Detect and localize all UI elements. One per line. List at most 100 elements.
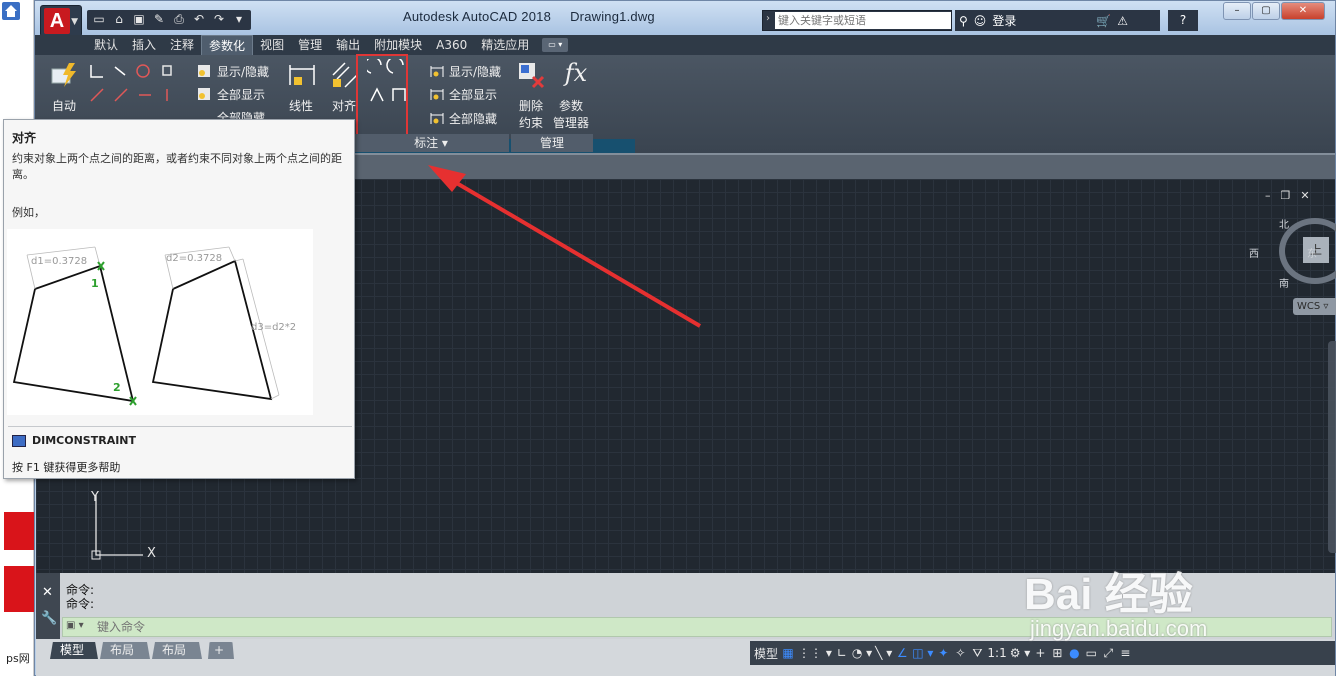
- save-as-icon[interactable]: ✎: [151, 11, 167, 27]
- maximize-button[interactable]: ▢: [1252, 2, 1280, 20]
- figure-point-1: 1: [91, 277, 99, 290]
- chevron-right-icon[interactable]: ›: [766, 13, 770, 24]
- dim-show-hide-button[interactable]: 显示/隐藏: [449, 63, 501, 80]
- minimize-viewport-icon[interactable]: –: [1265, 189, 1271, 202]
- print-icon[interactable]: ⎙: [171, 11, 187, 27]
- scale-dropdown[interactable]: 1:1: [987, 646, 1006, 660]
- ucs-icon: Y X: [90, 490, 156, 561]
- tab-annotate[interactable]: 注释: [163, 35, 201, 55]
- watermark-url: jingyan.baidu.com: [1030, 616, 1208, 641]
- watermark-brand: Bai 经验: [1024, 570, 1193, 619]
- new-file-icon[interactable]: ▭: [91, 11, 107, 27]
- tooltip-separator: [8, 426, 352, 427]
- dim-show-hide-icon[interactable]: [429, 63, 445, 79]
- tab-featured-apps[interactable]: 精选应用: [474, 35, 536, 55]
- customize-dropdown-icon[interactable]: ▾: [231, 11, 247, 27]
- signin-button[interactable]: 登录: [992, 12, 1016, 29]
- dim-show-all-icon[interactable]: [429, 86, 445, 102]
- compass-south[interactable]: 南: [1279, 275, 1289, 290]
- auto-scale-icon[interactable]: ✧: [953, 646, 967, 660]
- object-snap-tracking-icon[interactable]: ∠: [895, 646, 909, 660]
- command-prompt-icon[interactable]: ▣ ▾: [66, 620, 94, 634]
- search-input[interactable]: [775, 12, 951, 29]
- tab-insert[interactable]: 插入: [125, 35, 163, 55]
- show-all-button[interactable]: 全部显示: [217, 86, 265, 103]
- red-thumbnail: [4, 512, 34, 550]
- layout-tab-model[interactable]: 模型: [50, 642, 98, 659]
- user-icon[interactable]: ☺: [974, 14, 987, 28]
- baidu-watermark: Bai 经验 jingyan.baidu.com: [1024, 530, 1324, 660]
- cart-icon[interactable]: 🛒: [1096, 14, 1111, 28]
- ortho-icon[interactable]: ∟: [835, 646, 849, 660]
- show-hide-button[interactable]: 显示/隐藏: [217, 63, 269, 80]
- compass-north[interactable]: 北: [1279, 216, 1289, 231]
- grid-icon[interactable]: ▦: [781, 646, 795, 660]
- angular-radius-icons[interactable]: [367, 59, 411, 107]
- annotation-visibility-icon[interactable]: ✦: [936, 646, 950, 660]
- dim-hide-all-icon[interactable]: [429, 110, 445, 126]
- isodraft-icon[interactable]: ╲ ▾: [875, 646, 892, 660]
- infocenter-search: ›: [762, 10, 952, 31]
- redo-icon[interactable]: ↷: [211, 11, 227, 27]
- wcs-menu[interactable]: WCS ▿: [1293, 298, 1336, 315]
- polar-icon[interactable]: ◔ ▾: [852, 646, 872, 660]
- browser-tab-label[interactable]: ps网: [6, 650, 30, 666]
- customize-wrench-icon[interactable]: 🔧: [41, 611, 57, 626]
- object-snap-icon[interactable]: ◫ ▾: [912, 646, 933, 660]
- figure-d1-label: d1=0.3728: [31, 256, 87, 267]
- show-all-icon[interactable]: [196, 86, 212, 102]
- annotation-scale-icon[interactable]: ⛛: [970, 646, 984, 661]
- layout-tab-layout1[interactable]: 布局1: [100, 642, 150, 659]
- open-folder-icon[interactable]: ⌂: [111, 11, 127, 27]
- save-icon[interactable]: ▣: [131, 11, 147, 27]
- help-icon[interactable]: ?: [1168, 10, 1198, 31]
- geometric-constraint-icons[interactable]: [87, 61, 187, 117]
- close-viewport-icon[interactable]: ✕: [1300, 189, 1309, 202]
- delete-constraints-icon[interactable]: [515, 59, 547, 91]
- tab-view[interactable]: 视图: [253, 35, 291, 55]
- close-button[interactable]: ✕: [1281, 2, 1325, 20]
- linear-button[interactable]: 线性: [289, 97, 313, 114]
- auto-constrain-label[interactable]: 自动: [52, 97, 76, 114]
- dim-show-all-button[interactable]: 全部显示: [449, 86, 497, 103]
- compass-west[interactable]: 西: [1249, 245, 1259, 260]
- command-icon: [12, 435, 26, 447]
- tab-default[interactable]: 默认: [87, 35, 125, 55]
- linear-dimension-icon[interactable]: [286, 59, 318, 91]
- model-space-button[interactable]: 模型: [754, 645, 778, 662]
- ribbon-options-icon[interactable]: ▭ ▾: [542, 38, 569, 52]
- param-manager-label-2[interactable]: 管理器: [553, 114, 589, 131]
- parameters-fx-icon[interactable]: fx: [560, 59, 592, 91]
- aligned-button[interactable]: 对齐: [332, 97, 356, 114]
- minimize-button[interactable]: –: [1223, 2, 1251, 20]
- snap-icon[interactable]: ⋮⋮ ▾: [798, 646, 832, 660]
- delete-constraints-label-2[interactable]: 约束: [519, 114, 543, 131]
- tab-addins[interactable]: 附加模块: [367, 35, 429, 55]
- tab-output[interactable]: 输出: [329, 35, 367, 55]
- restore-viewport-icon[interactable]: ❐: [1281, 189, 1291, 202]
- panel-label-dimensional[interactable]: 标注 ▾: [353, 134, 509, 152]
- tooltip-description: 约束对象上两个点之间的距离，或者约束不同对象上两个点之间的距离。: [12, 152, 342, 181]
- home-icon[interactable]: [2, 2, 20, 20]
- layout-tab-layout2[interactable]: 布局2: [152, 642, 202, 659]
- exchange-icon[interactable]: ⚠: [1117, 14, 1128, 28]
- compass-east[interactable]: 东: [1307, 245, 1317, 260]
- command-history-line: 命令:: [66, 583, 95, 597]
- close-command-icon[interactable]: ✕: [42, 585, 53, 600]
- undo-icon[interactable]: ↶: [191, 11, 207, 27]
- ucs-y-label: Y: [90, 490, 99, 505]
- tooltip-title: 对齐: [12, 131, 37, 145]
- show-hide-icon[interactable]: [196, 63, 212, 79]
- delete-constraints-label-1[interactable]: 删除: [519, 97, 543, 114]
- figure-d3-label: d3=d2*2: [251, 322, 296, 333]
- quick-access-toolbar: ▭ ⌂ ▣ ✎ ⎙ ↶ ↷ ▾: [87, 10, 251, 30]
- add-layout-icon[interactable]: +: [208, 642, 234, 659]
- tab-manage[interactable]: 管理: [291, 35, 329, 55]
- param-manager-label-1[interactable]: 参数: [559, 97, 583, 114]
- binoculars-icon[interactable]: ⚲: [959, 14, 968, 28]
- tab-parametric[interactable]: 参数化: [201, 35, 254, 55]
- dim-hide-all-button[interactable]: 全部隐藏: [449, 110, 497, 127]
- auto-constrain-icon[interactable]: [49, 59, 81, 91]
- application-menu-button[interactable]: A ▼: [40, 5, 82, 37]
- tab-a360[interactable]: A360: [429, 35, 474, 55]
